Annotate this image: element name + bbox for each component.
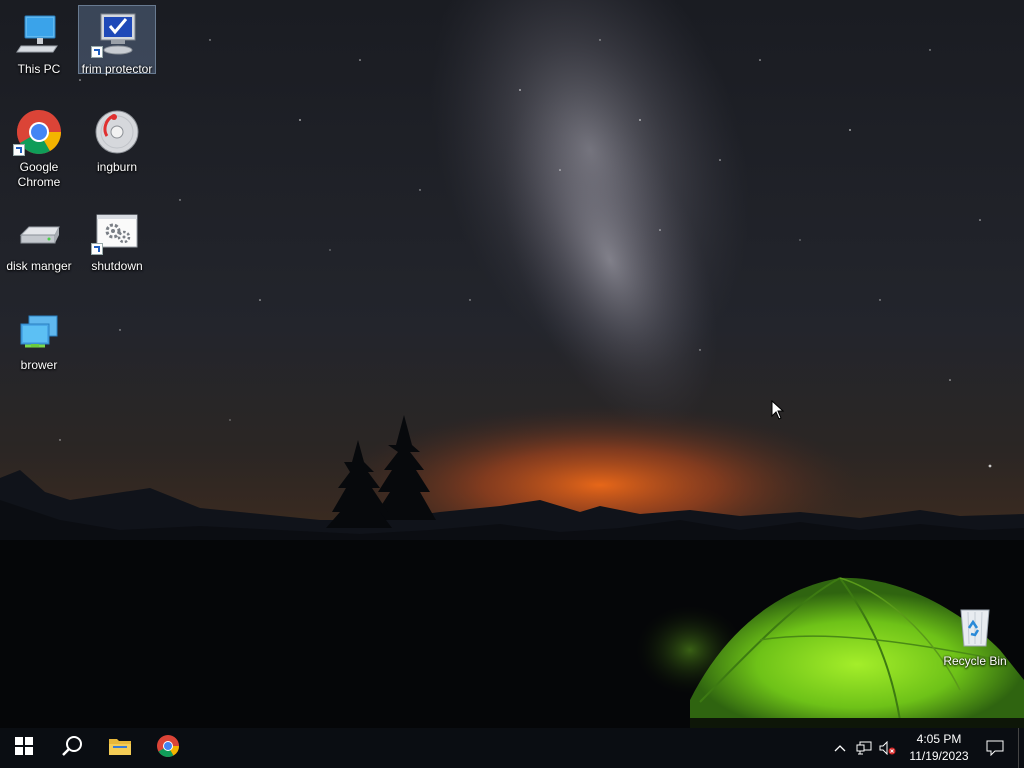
hard-drive-icon [15, 207, 63, 255]
network-icon[interactable] [852, 728, 876, 768]
desktop-icon-label: frim protector [81, 62, 153, 76]
action-center-icon[interactable] [978, 728, 1012, 768]
desktop-icon-disk-manger[interactable]: disk manger [1, 203, 77, 277]
clock[interactable]: 4:05 PM 11/19/2023 [904, 731, 974, 765]
start-button[interactable] [0, 728, 48, 768]
search-button[interactable] [48, 728, 96, 768]
desktop-icon-frim-protector[interactable]: frim protector [78, 5, 156, 76]
settings-gears-icon [91, 207, 141, 255]
shortcut-arrow-icon [91, 243, 103, 255]
shortcut-arrow-icon [91, 46, 103, 58]
mouse-cursor-icon [771, 399, 785, 420]
volume-muted-icon[interactable] [876, 728, 900, 768]
disc-burn-icon [93, 108, 141, 156]
chrome-taskbar-button[interactable] [144, 728, 192, 768]
folder-icon [108, 736, 132, 761]
clock-time: 4:05 PM [916, 732, 962, 746]
file-explorer-button[interactable] [96, 728, 144, 768]
desktop-icon-label: Google Chrome [17, 160, 61, 189]
desktop-icon-google-chrome[interactable]: Google Chrome [1, 104, 77, 193]
chrome-icon [13, 108, 63, 156]
recycle-bin-icon [951, 602, 999, 650]
shield-monitor-icon [91, 10, 141, 58]
computer-icon [15, 10, 63, 58]
desktop-icon-label: shutdown [91, 259, 143, 273]
desktop-icon-brower[interactable]: brower [1, 302, 77, 376]
search-icon [61, 735, 83, 762]
windows-logo-icon [15, 736, 33, 760]
desktop-icon-label: brower [20, 358, 58, 372]
network-monitors-icon [15, 306, 63, 354]
desktop-icon-label: disk manger [6, 259, 72, 273]
desktop-icon-ingburn[interactable]: ingburn [79, 104, 155, 178]
chrome-icon [156, 734, 180, 763]
desktop-icon-shutdown[interactable]: shutdown [79, 203, 155, 277]
clock-date: 11/19/2023 [909, 749, 969, 763]
show-desktop-button[interactable] [1018, 728, 1024, 768]
desktop-icon-label: This PC [17, 62, 61, 76]
desktop-icon-label: ingburn [96, 160, 138, 174]
system-tray: 4:05 PM 11/19/2023 [828, 728, 1024, 768]
taskbar: 4:05 PM 11/19/2023 [0, 728, 1024, 768]
desktop-icon-label: Recycle Bin [943, 654, 1007, 668]
chevron-up-icon[interactable] [828, 728, 852, 768]
desktop-icon-recycle-bin[interactable]: Recycle Bin [937, 598, 1013, 672]
shortcut-arrow-icon [13, 144, 25, 156]
desktop-icon-this-pc[interactable]: This PC [1, 6, 77, 80]
